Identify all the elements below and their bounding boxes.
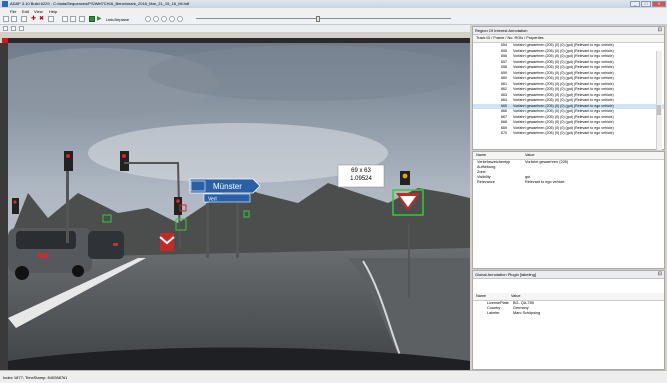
app-icon xyxy=(2,1,8,7)
minimize-button[interactable]: _ xyxy=(630,1,640,7)
save-icon[interactable] xyxy=(21,16,27,22)
roi-properties: Vorfahrt gewaehren (205) (0) (0) (gut) (… xyxy=(513,114,614,119)
step-forward-icon[interactable] xyxy=(169,16,175,22)
step-back-icon[interactable] xyxy=(153,16,159,22)
roi-properties: Vorfahrt gewaehren (205) (0) (0) (gut) (… xyxy=(513,125,614,130)
menu-edit[interactable]: Edit xyxy=(22,9,29,14)
global-panel-header: Global Annotation Plugin [labeling] ⊡ xyxy=(473,271,664,279)
close-icon[interactable]: ⊡ xyxy=(658,27,662,33)
roi-properties: Vorfahrt gewaehren (205) (0) (0) (gut) (… xyxy=(513,87,614,91)
secondary-toolbar xyxy=(0,25,470,32)
add-icon[interactable]: ✚ xyxy=(31,16,37,22)
step-first-icon[interactable] xyxy=(145,16,151,22)
timeline-slider-thumb[interactable] xyxy=(316,16,320,22)
properties-value-header: Value xyxy=(525,153,535,157)
roi-properties: Vorfahrt gewaehren (205) (0) (0) (gut) (… xyxy=(513,109,614,113)
forward-icon[interactable]: ▶ xyxy=(97,16,103,22)
roi-track-id: 670 xyxy=(501,131,507,135)
roi-column-header[interactable]: Track ID / Frame / No. ROIs / Properties xyxy=(476,36,544,40)
property-row[interactable]: Relevance Relevant to ego vehicle xyxy=(473,180,664,185)
property-key: Relevance xyxy=(477,180,495,184)
toolbar: ✚ ✖ ▶ Link/Airplane xyxy=(0,15,667,25)
roi-properties: Vorfahrt gewaehren (205) (0) (0) (gut) (… xyxy=(513,76,614,80)
roi-list-row[interactable]: 670 Vorfahrt gewaehren (205) (0) (0) (gut… xyxy=(473,131,664,137)
close-icon[interactable]: ⊡ xyxy=(658,271,662,277)
properties-panel: Name Value Verkehrszeichentyp Vorfahrt ge… xyxy=(472,151,665,269)
draw-roi-icon[interactable] xyxy=(11,26,16,31)
menu-view[interactable]: View xyxy=(34,9,43,14)
new-icon[interactable] xyxy=(3,16,9,22)
roi-properties: Vorfahrt gewaehren (205) (0) (0) (gut) (… xyxy=(513,59,614,64)
properties-name-header: Name xyxy=(476,153,487,157)
roi-panel-title: Region Of Interest Annotation xyxy=(475,28,528,33)
properties-list: Verkehrszeichentyp Vorfahrt gewaehren (20… xyxy=(473,160,664,185)
property-key: Labeler xyxy=(487,311,500,315)
camera-view[interactable]: Münster Verl 69 x 63 1.09524 xyxy=(8,43,470,370)
sign-sub-text: Verl xyxy=(208,197,217,203)
roi-annotation-panel: Region Of Interest Annotation ⊡ Track ID… xyxy=(472,26,665,150)
roi-ratio-label: 1.09524 xyxy=(350,176,372,182)
roi-properties: Vorfahrt gewaehren (205) (0) (0) (gut) (… xyxy=(513,131,614,135)
property-row[interactable]: Labeler Marc Schöpsing xyxy=(473,311,664,316)
menu-bar: File Edit View Help xyxy=(0,8,667,15)
global-name-header: Name xyxy=(476,294,487,298)
roi-properties: Vorfahrt gewaehren (205) (0) (0) (gut) (… xyxy=(513,43,614,47)
roi-properties: Vorfahrt gewaehren (205) (0) (0) (gut) (… xyxy=(513,92,614,97)
edit-roi-icon[interactable] xyxy=(19,26,24,31)
record-icon[interactable] xyxy=(62,16,68,22)
roi-properties: Vorfahrt gewaehren (205) (0) (0) (gut) (… xyxy=(513,98,614,102)
delete-icon[interactable]: ✖ xyxy=(39,16,45,22)
step-last-icon[interactable] xyxy=(177,16,183,22)
global-list: LicensePlate BG- QA-789 Country Germany Labe… xyxy=(473,301,664,316)
roi-properties: Vorfahrt gewaehren (205) (0) (0) (gut) (… xyxy=(513,48,614,53)
pause-icon[interactable] xyxy=(161,16,167,22)
roi-size-label: 69 x 63 xyxy=(351,168,371,174)
global-value-header: Value xyxy=(511,294,521,298)
status-text: Index 1877; TimeStamp: 840088761 xyxy=(3,375,68,380)
stop-icon[interactable] xyxy=(70,16,76,22)
play-icon[interactable] xyxy=(89,16,95,22)
roi-properties: Vorfahrt gewaehren (205) (0) (0) (gut) (… xyxy=(513,70,614,75)
close-button[interactable]: X xyxy=(652,1,666,7)
roi-properties: Vorfahrt gewaehren (205) (0) (0) (gut) (… xyxy=(513,81,614,86)
title-bar: ADAF 3.10 Build 6229 - C:/data/Sequences… xyxy=(0,0,667,8)
status-bar: Index 1877; TimeStamp: 840088761 xyxy=(0,370,667,383)
maximize-button[interactable]: □ xyxy=(641,1,651,7)
link-airplane-label[interactable]: Link/Airplane xyxy=(106,17,129,22)
roi-list: 654 Vorfahrt gewaehren (205) (0) (0) (gut… xyxy=(473,43,664,137)
settings-icon[interactable] xyxy=(48,16,54,22)
roi-properties: Vorfahrt gewaehren (205) (0) (0) (gut) (… xyxy=(513,54,614,58)
timeline-slider-track[interactable] xyxy=(196,18,451,19)
global-annotation-panel: Global Annotation Plugin [labeling] ⊡ Na… xyxy=(472,270,665,370)
roi-properties: Vorfahrt gewaehren (205) (0) (0) (gut) (… xyxy=(513,120,614,124)
roi-properties: Vorfahrt gewaehren (205) (0) (0) (gut) (… xyxy=(513,103,614,108)
roi-list-scroll-thumb[interactable] xyxy=(657,105,661,115)
menu-help[interactable]: Help xyxy=(49,9,57,14)
property-value: Marc Schöpsing xyxy=(513,311,541,315)
menu-file[interactable]: File xyxy=(10,9,16,14)
sign-main-text: Münster xyxy=(213,182,242,191)
global-panel-title: Global Annotation Plugin [labeling] xyxy=(475,272,536,277)
roi-list-scrollbar[interactable] xyxy=(656,51,662,150)
open-icon[interactable] xyxy=(11,16,17,22)
roi-panel-header: Region Of Interest Annotation ⊡ xyxy=(473,27,664,35)
vertical-ruler xyxy=(0,43,8,370)
roi-properties: Vorfahrt gewaehren (205) (0) (0) (gut) (… xyxy=(513,65,614,69)
window-title: ADAF 3.10 Build 6229 - C:/data/Sequences… xyxy=(10,1,190,6)
cursor-icon[interactable] xyxy=(3,26,8,31)
layout-icon[interactable] xyxy=(79,16,85,22)
property-value: Relevant to ego vehicle xyxy=(525,180,565,184)
